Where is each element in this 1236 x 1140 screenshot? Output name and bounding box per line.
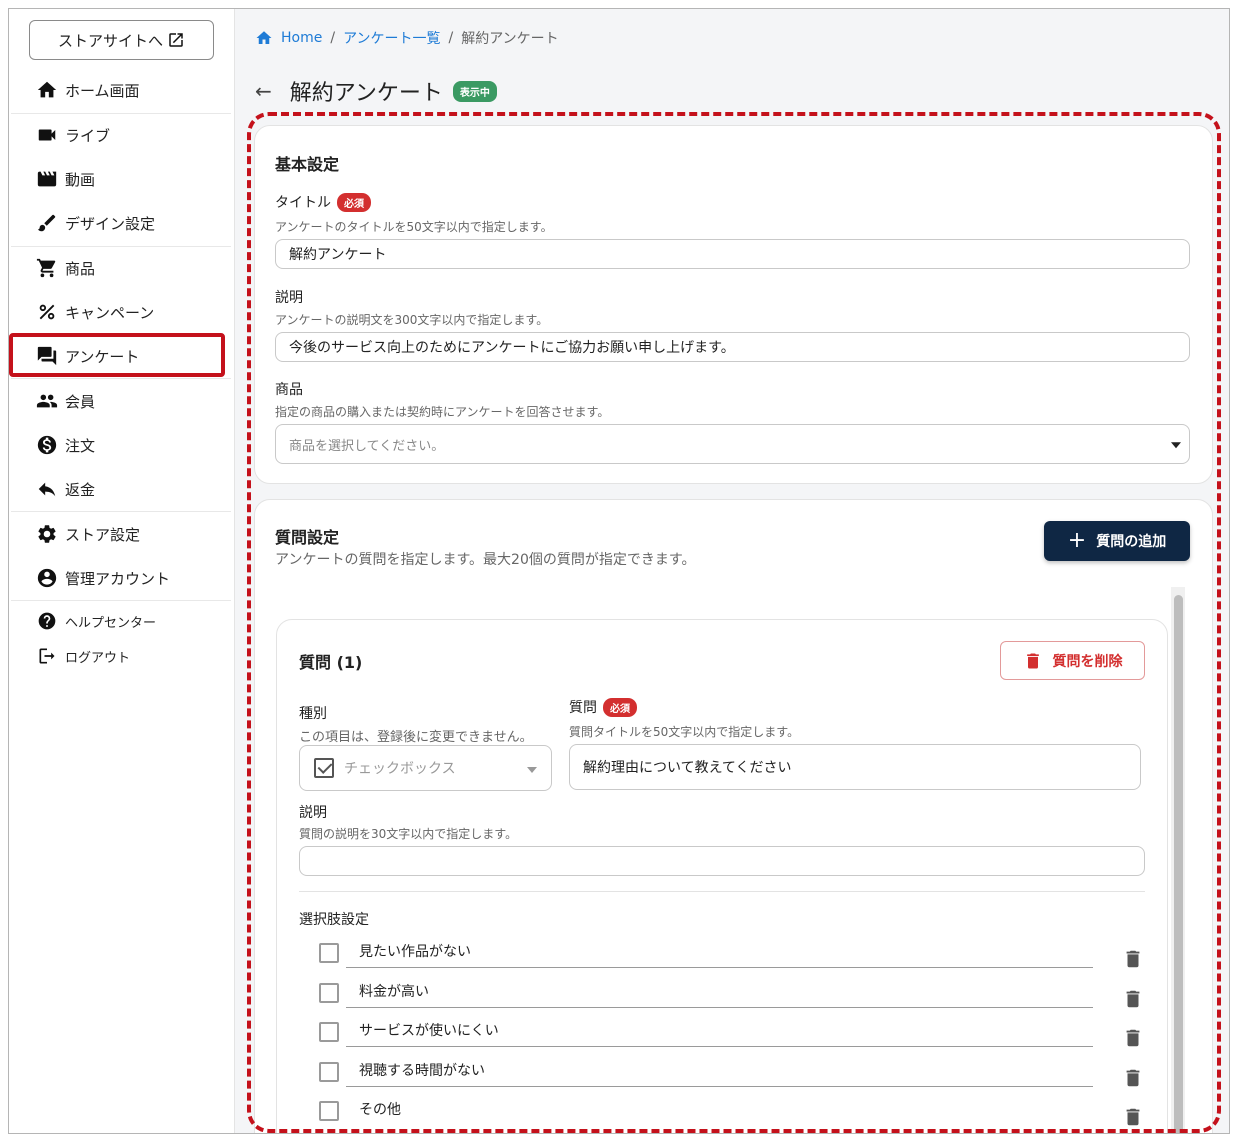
account-icon	[35, 566, 59, 590]
sidebar-item-label: ログアウト	[65, 650, 131, 666]
brush-icon	[35, 211, 59, 235]
sidebar-item-store-settings[interactable]: ストア設定	[9, 512, 235, 556]
home-icon	[35, 78, 59, 102]
highlight-main-area	[247, 112, 1221, 1133]
breadcrumb: Home / アンケート一覧 / 解約アンケート	[255, 28, 559, 48]
breadcrumb-separator: /	[448, 30, 454, 46]
gear-icon	[35, 522, 59, 546]
page-title: 解約アンケート	[289, 81, 443, 106]
sidebar-item-label: ライブ	[65, 126, 111, 145]
help-icon	[35, 609, 59, 633]
sidebar-item-refunds[interactable]: 返金	[9, 467, 235, 511]
breadcrumb-survey-list[interactable]: アンケート一覧	[343, 28, 440, 48]
sidebar-item-label: 注文	[65, 436, 96, 455]
people-icon	[35, 389, 59, 413]
sidebar-item-help[interactable]: ヘルプセンター	[9, 604, 235, 638]
sidebar-item-orders[interactable]: 注文	[9, 423, 235, 467]
breadcrumb-home[interactable]: Home	[281, 30, 322, 46]
sidebar-item-label: 商品	[65, 259, 96, 278]
breadcrumb-separator: /	[330, 30, 336, 46]
sidebar-item-members[interactable]: 会員	[9, 379, 235, 423]
logout-icon	[35, 644, 59, 668]
home-icon	[256, 31, 272, 44]
dollar-icon	[35, 433, 59, 457]
store-site-label: ストアサイトへ	[57, 31, 163, 50]
sidebar-item-label: キャンペーン	[65, 303, 155, 322]
videocam-icon	[35, 123, 59, 147]
store-site-button[interactable]: ストアサイトへ	[29, 20, 214, 60]
percent-icon	[35, 300, 59, 324]
page-header: ← 解約アンケート 表示中	[255, 75, 497, 107]
sidebar-item-products[interactable]: 商品	[9, 246, 235, 290]
back-arrow-icon[interactable]: ←	[255, 79, 272, 103]
sidebar-item-label: ホーム画面	[65, 81, 140, 100]
cart-icon	[35, 256, 59, 280]
sidebar-item-design[interactable]: デザイン設定	[9, 201, 235, 245]
sidebar-item-logout[interactable]: ログアウト	[9, 639, 235, 673]
app-window: ストアサイトへ ホーム画面 ライブ 動画 デザイン設定 商品 キャンペーン アン…	[8, 8, 1230, 1134]
sidebar-item-label: ヘルプセンター	[65, 615, 157, 631]
sidebar-item-label: 返金	[65, 480, 96, 499]
sidebar-item-home[interactable]: ホーム画面	[9, 68, 235, 112]
sidebar-item-admin-account[interactable]: 管理アカウント	[9, 556, 235, 600]
sidebar: ストアサイトへ ホーム画面 ライブ 動画 デザイン設定 商品 キャンペーン アン…	[9, 9, 235, 1133]
open-in-new-icon	[169, 33, 183, 47]
movie-icon	[35, 167, 59, 191]
sidebar-item-label: ストア設定	[65, 525, 141, 544]
sidebar-item-label: 会員	[65, 392, 96, 411]
sidebar-item-label: 動画	[65, 170, 96, 189]
sidebar-item-videos[interactable]: 動画	[9, 157, 235, 201]
sidebar-item-label: 管理アカウント	[65, 569, 171, 588]
status-badge: 表示中	[452, 80, 497, 102]
highlight-survey-nav	[9, 333, 225, 377]
reply-icon	[35, 477, 59, 501]
breadcrumb-current: 解約アンケート	[461, 31, 559, 47]
sidebar-item-campaign[interactable]: キャンペーン	[9, 290, 235, 334]
sidebar-item-live[interactable]: ライブ	[9, 113, 235, 157]
sidebar-item-label: デザイン設定	[65, 214, 156, 233]
